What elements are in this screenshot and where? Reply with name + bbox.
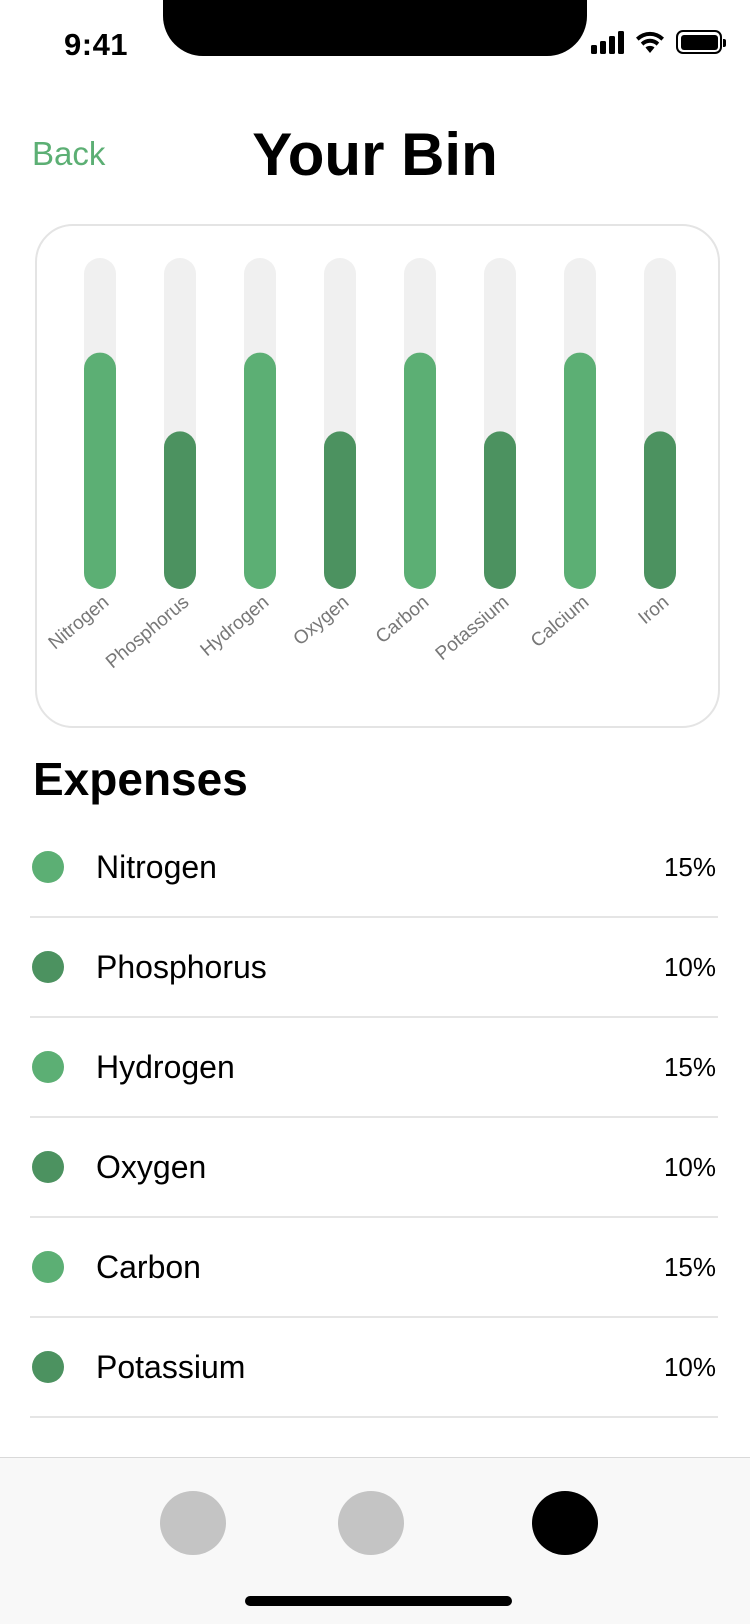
- chart-card: Nitrogen Phosphorus Hydrogen Oxygen Carbon Po…: [35, 224, 720, 728]
- expense-row[interactable]: Nitrogen 15%: [30, 818, 718, 918]
- bar-chart: NitrogenPhosphorus Hydrogen Oxygen CarbonPo…: [45, 258, 676, 673]
- expenses-title: Expenses: [33, 753, 248, 805]
- expense-percent: 15%: [663, 1251, 716, 1282]
- status-icons: [591, 30, 726, 54]
- expense-name: Nitrogen: [96, 848, 217, 885]
- wifi-icon: [636, 31, 664, 53]
- expense-percent: 10%: [663, 951, 716, 982]
- x-tick-label: Potassium: [432, 592, 513, 665]
- battery-icon: [676, 30, 726, 54]
- expense-name: Potassium: [96, 1348, 246, 1385]
- tab-button-1[interactable]: [160, 1491, 226, 1555]
- bar-potassium: [484, 431, 516, 589]
- x-tick-label: Carbon: [372, 592, 433, 648]
- expense-name: Oxygen: [96, 1148, 207, 1185]
- bar-nitrogen: [84, 352, 116, 589]
- bar-oxygen: [324, 431, 356, 589]
- expense-list: Nitrogen 15% Phosphorus 10% Hydrogen 15% Oxyge…: [30, 818, 718, 1418]
- tab-bar: [0, 1457, 750, 1624]
- x-tick-label: Phosphorus: [102, 592, 193, 673]
- expense-name: Carbon: [96, 1248, 201, 1285]
- color-dot-icon: [32, 851, 64, 883]
- signal-icon: [591, 30, 624, 54]
- tab-button-2[interactable]: [338, 1491, 404, 1555]
- expense-percent: 15%: [663, 851, 716, 882]
- expense-name: Phosphorus: [96, 948, 267, 985]
- expense-row[interactable]: Hydrogen 15%: [30, 1018, 718, 1118]
- bar-phosphorus: [164, 431, 196, 589]
- expense-row[interactable]: Potassium 10%: [30, 1318, 718, 1418]
- bar-hydrogen: [244, 352, 276, 589]
- bar-calcium: [564, 352, 596, 589]
- tab-button-3[interactable]: [532, 1491, 598, 1555]
- bar-carbon: [404, 352, 436, 589]
- expense-percent: 10%: [663, 1151, 716, 1182]
- notch: [163, 0, 587, 56]
- expense-row[interactable]: Carbon 15%: [30, 1218, 718, 1318]
- color-dot-icon: [32, 1351, 64, 1383]
- x-tick-label: Iron: [635, 592, 674, 629]
- color-dot-icon: [32, 1051, 64, 1083]
- status-time: 9:41: [64, 27, 129, 62]
- expense-name: Hydrogen: [96, 1048, 235, 1085]
- x-tick-label: Calcium: [527, 592, 593, 652]
- home-indicator: [245, 1596, 512, 1606]
- expense-percent: 10%: [663, 1351, 716, 1382]
- color-dot-icon: [32, 1251, 64, 1283]
- x-tick-label: Nitrogen: [45, 592, 114, 654]
- x-tick-label: Hydrogen: [197, 592, 274, 661]
- expense-row[interactable]: Phosphorus 10%: [30, 918, 718, 1018]
- status-bar: 9:41: [0, 0, 750, 90]
- page-title: Your Bin: [252, 121, 498, 188]
- color-dot-icon: [32, 1151, 64, 1183]
- bar-iron: [644, 431, 676, 589]
- expense-percent: 15%: [663, 1051, 716, 1082]
- expense-row[interactable]: Oxygen 10%: [30, 1118, 718, 1218]
- x-tick-label: Oxygen: [290, 592, 354, 650]
- color-dot-icon: [32, 951, 64, 983]
